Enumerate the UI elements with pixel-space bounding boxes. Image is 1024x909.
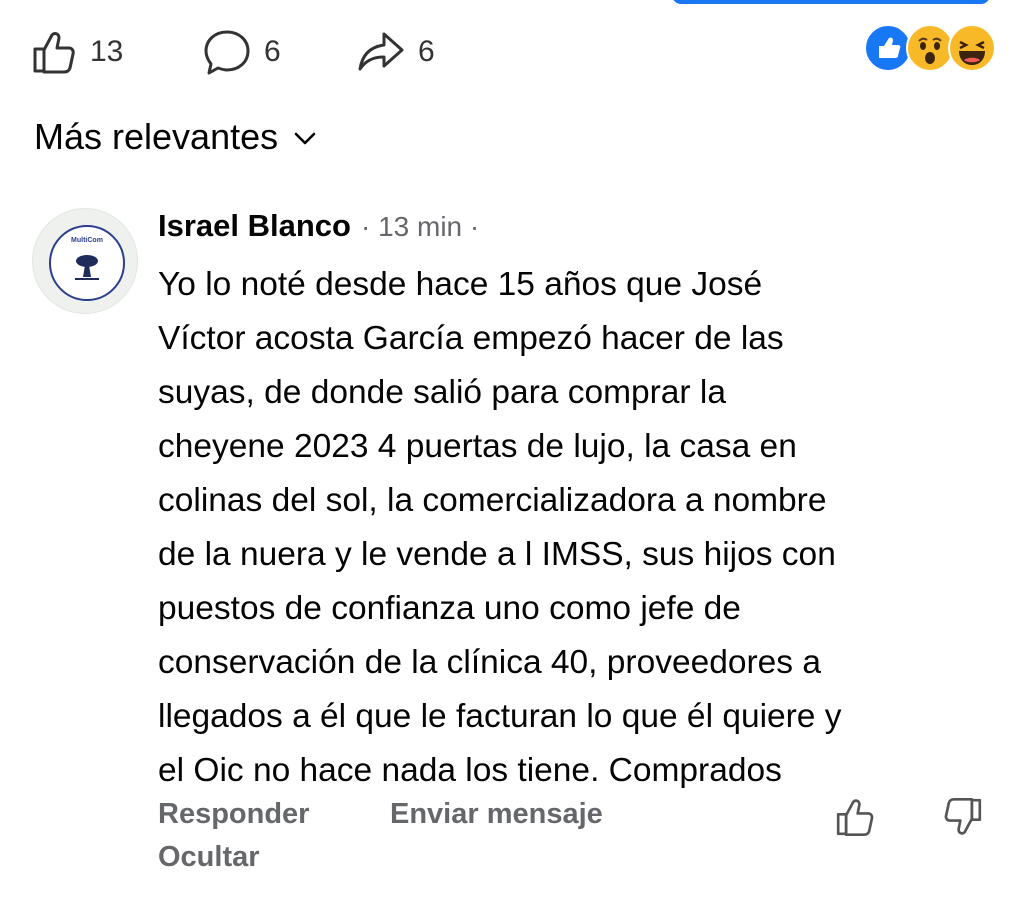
comment-line: Víctor acosta García empezó hacer de las (158, 320, 784, 357)
reactions-summary[interactable] (864, 24, 996, 72)
comment-line: conservación de la clínica 40, proveedor… (158, 644, 821, 681)
downvote-button[interactable] (940, 794, 986, 845)
thumbs-down-icon (944, 797, 982, 835)
comment-line: llegados a él que le facturan lo que él … (158, 698, 842, 735)
comment-bubble-icon (204, 30, 250, 75)
avatar[interactable]: MultiCom (32, 208, 138, 314)
sort-label: Más relevantes (34, 116, 279, 157)
like-button[interactable]: 13 (28, 26, 123, 78)
thumbs-up-icon (836, 799, 874, 837)
reply-button[interactable]: Responder (158, 798, 309, 831)
comment-line: puestos de confianza uno como jefe de (158, 590, 741, 627)
comment-author[interactable]: Israel Blanco (158, 208, 351, 244)
upvote-button[interactable] (832, 794, 878, 845)
hide-button[interactable]: Ocultar (158, 841, 260, 874)
comment-line: el Oic no hace nada los tiene. Comprados (158, 752, 782, 789)
comment-text: Yo lo noté desde hace 15 años que José V… (158, 258, 998, 798)
comment-line: Yo lo noté desde hace 15 años que José (158, 266, 763, 303)
avatar-logo: MultiCom (49, 225, 125, 301)
comment-header: Israel Blanco · 13 min · (158, 208, 479, 244)
like-count: 13 (90, 35, 124, 68)
share-button[interactable]: 6 (354, 26, 435, 78)
comment-meta: · 13 min · (360, 211, 480, 242)
send-message-button[interactable]: Enviar mensaje (390, 798, 603, 831)
tree-icon (75, 255, 99, 280)
haha-reaction-icon (948, 24, 996, 72)
comment-button[interactable]: 6 (200, 26, 281, 78)
thumbs-up-icon (33, 32, 75, 74)
comment-count: 6 (264, 35, 281, 68)
share-arrow-icon (358, 32, 404, 71)
comment-line: cheyene 2023 4 puertas de lujo, la casa … (158, 428, 797, 465)
chevron-down-icon (294, 132, 316, 145)
share-count: 6 (418, 35, 435, 68)
wow-reaction-icon (906, 24, 954, 72)
comment-line: de la nuera y le vende a l IMSS, sus hij… (158, 536, 836, 573)
top-action-button[interactable] (672, 0, 990, 4)
like-reaction-icon (864, 24, 912, 72)
comment-line: suyas, de donde salió para comprar la (158, 374, 726, 411)
comment-line: colinas del sol, la comercializadora a n… (158, 482, 827, 519)
sort-dropdown[interactable]: Más relevantes (34, 116, 316, 158)
